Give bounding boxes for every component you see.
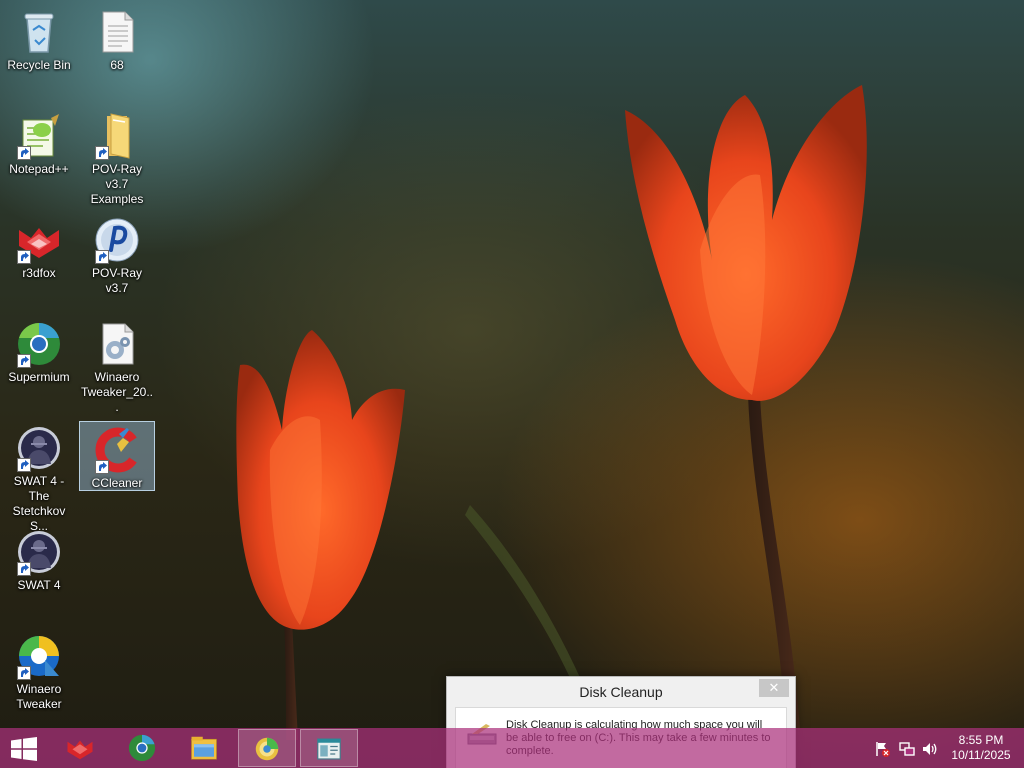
desktop-icon-swat4[interactable]: SWAT 4 (1, 524, 77, 614)
icon-label: r3dfox (22, 266, 56, 280)
start-button[interactable] (0, 729, 48, 767)
shortcut-arrow-icon (95, 146, 109, 160)
network-icon[interactable] (899, 741, 915, 757)
winaero-tweaker-icon (15, 632, 63, 680)
icon-label: Notepad++ (9, 162, 69, 176)
taskbar-file-explorer-button[interactable] (176, 729, 234, 767)
shortcut-arrow-icon (17, 146, 31, 160)
taskbar (0, 728, 1024, 768)
icon-label: Recycle Bin (7, 58, 71, 72)
close-button[interactable]: ✕ (759, 679, 789, 697)
icon-label: Winaero Tweaker_20... (80, 370, 154, 414)
icon-label: Winaero Tweaker (16, 682, 62, 711)
r3dfox-icon (67, 740, 93, 760)
desktop-icon-supermium[interactable]: Supermium (1, 316, 77, 406)
icon-label: Supermium (8, 370, 70, 384)
taskbar-disk-cleanup-button[interactable] (238, 729, 296, 767)
close-icon: ✕ (768, 680, 780, 695)
swat4-icon (15, 528, 63, 576)
desktop-icon-recycle-bin[interactable]: Recycle Bin (1, 4, 77, 94)
shortcut-arrow-icon (17, 562, 31, 576)
window-icon (317, 738, 341, 760)
taskbar-supermium-button[interactable] (114, 729, 172, 767)
desktop-icon-r3dfox[interactable]: r3dfox (1, 212, 77, 302)
desktop-icon-povray-examples[interactable]: POV-Ray v3.7 Examples (79, 108, 155, 206)
shortcut-arrow-icon (95, 250, 109, 264)
taskbar-window-button[interactable] (300, 729, 358, 767)
dialog-title: Disk Cleanup (579, 684, 663, 700)
icon-label: SWAT 4 (17, 578, 61, 592)
desktop-icon-povray[interactable]: POV-Ray v3.7 (79, 212, 155, 302)
icon-label: CCleaner (91, 476, 143, 490)
desktop-icon-winaero-tweaker-zip[interactable]: Winaero Tweaker_20... (79, 316, 155, 414)
text-file-icon (93, 8, 141, 56)
desktop-icon-swat4-stetchkov[interactable]: SWAT 4 - The Stetchkov S... (1, 420, 77, 533)
icon-label: POV-Ray v3.7 Examples (90, 162, 144, 206)
icon-label: 68 (110, 58, 124, 72)
shortcut-arrow-icon (95, 460, 109, 474)
ccleaner-icon (93, 426, 141, 474)
shortcut-arrow-icon (17, 666, 31, 680)
shortcut-arrow-icon (17, 458, 31, 472)
folder-icon (93, 112, 141, 160)
file-explorer-icon (191, 736, 217, 760)
volume-icon[interactable] (922, 741, 938, 757)
povray-icon (93, 216, 141, 264)
shortcut-arrow-icon (17, 354, 31, 368)
swat4-icon (15, 424, 63, 472)
notepad-plus-plus-icon (15, 112, 63, 160)
desktop-icon-ccleaner[interactable]: CCleaner (79, 421, 155, 491)
taskbar-clock[interactable]: 8:55 PM 10/11/2025 (944, 733, 1018, 763)
clock-date: 10/11/2025 (951, 748, 1011, 762)
desktop-icon-notepad-plus-plus[interactable]: Notepad++ (1, 108, 77, 198)
settings-file-icon (93, 320, 141, 368)
windows-logo-icon (11, 737, 37, 761)
recycle-bin-icon (15, 8, 63, 56)
icon-label: POV-Ray v3.7 (91, 266, 142, 295)
disk-cleanup-icon (255, 737, 279, 761)
supermium-icon (15, 320, 63, 368)
desktop-icon-winaero-tweaker[interactable]: Winaero Tweaker (1, 628, 77, 718)
desktop[interactable]: Recycle Bin Notepad++ r3dfox Supermium S… (0, 0, 1024, 768)
clock-time: 8:55 PM (958, 733, 1004, 747)
shortcut-arrow-icon (17, 250, 31, 264)
taskbar-r3dfox-button[interactable] (52, 729, 110, 767)
supermium-icon (128, 734, 156, 762)
r3dfox-icon (15, 216, 63, 264)
action-center-flag-icon[interactable] (874, 741, 890, 757)
desktop-icon-68[interactable]: 68 (79, 4, 155, 94)
